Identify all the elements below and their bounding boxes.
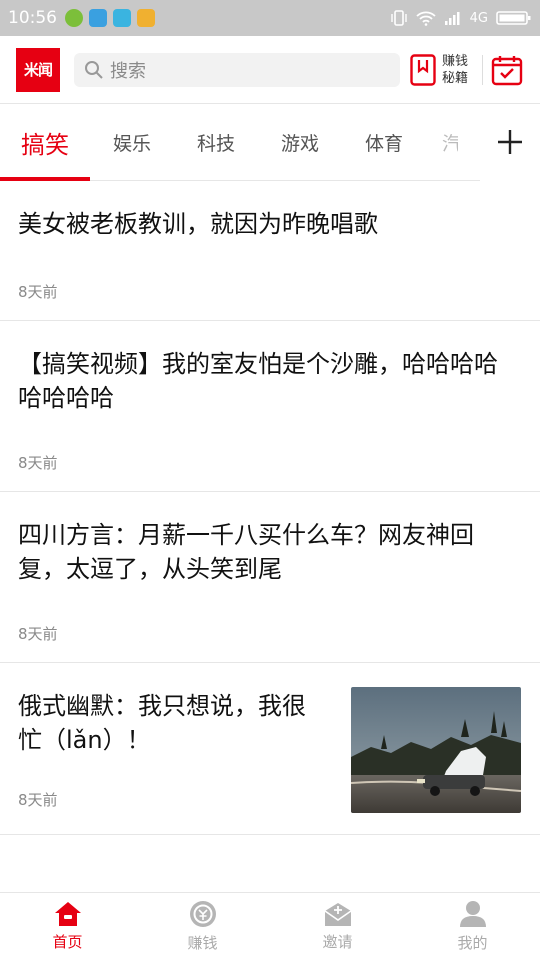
wifi-icon <box>416 11 436 26</box>
nav-label: 邀请 <box>322 933 353 951</box>
article-title: 美女被老板教训，就因为昨晚唱歌 <box>18 210 378 238</box>
add-category-button[interactable] <box>480 103 540 181</box>
earn-label-line1: 赚钱 <box>442 53 469 69</box>
article-thumbnail[interactable] <box>351 687 521 813</box>
tab-funny[interactable]: 搞笑 <box>0 104 90 181</box>
category-tabs: 搞笑 娱乐 科技 游戏 体育 汽 <box>0 103 540 181</box>
tab-games[interactable]: 游戏 <box>258 104 342 181</box>
article-item[interactable]: 四川方言：月薪一千八买什么车？网友神回复，太逗了，从头笑到尾 8天前 <box>0 492 540 663</box>
tab-entertainment[interactable]: 娱乐 <box>90 104 174 181</box>
article-time: 8天前 <box>18 791 58 809</box>
search-bar[interactable]: 搜索 <box>74 52 400 87</box>
article-title: 【搞笑视频】我的室友怕是个沙雕，哈哈哈哈哈哈哈哈 <box>18 350 498 412</box>
article-title: 俄式幽默：我只想说，我很忙（lǎn）！ <box>18 692 306 754</box>
article-item[interactable]: 美女被老板教训，就因为昨晚唱歌 8天前 <box>0 181 540 321</box>
game-notification-icon <box>137 9 155 27</box>
earn-guide-button[interactable]: 赚钱 秘籍 <box>410 53 474 87</box>
article-title: 四川方言：月薪一千八买什么车？网友神回复，太逗了，从头笑到尾 <box>18 521 474 583</box>
scan-notification-icon <box>113 9 131 27</box>
network-type: 4G <box>469 10 488 26</box>
bookmark-icon <box>410 53 436 86</box>
nav-invite[interactable]: 邀请 <box>270 893 405 960</box>
article-item[interactable]: 【搞笑视频】我的室友怕是个沙雕，哈哈哈哈哈哈哈哈 8天前 <box>0 321 540 492</box>
tab-auto-partial[interactable]: 汽 <box>442 104 458 181</box>
tab-label: 娱乐 <box>112 132 151 155</box>
app-notification-icon <box>65 9 83 27</box>
nav-label: 赚钱 <box>187 934 218 952</box>
status-icons: 4G <box>390 10 532 26</box>
app-logo: 米闻 <box>16 47 60 92</box>
vibrate-icon <box>390 10 407 26</box>
home-icon <box>54 902 81 926</box>
tab-label: 游戏 <box>280 132 319 155</box>
search-placeholder: 搜索 <box>110 60 146 82</box>
signal-icon <box>444 12 460 25</box>
article-time: 8天前 <box>18 454 58 472</box>
status-bar: 10:56 4G <box>0 0 540 36</box>
tab-label: 科技 <box>196 132 235 155</box>
message-notification-icon <box>89 9 107 27</box>
coin-icon <box>189 901 216 927</box>
article-time: 8天前 <box>18 625 58 643</box>
article-time: 8天前 <box>18 283 58 301</box>
plus-icon <box>498 130 522 154</box>
tab-label: 搞笑 <box>21 130 69 159</box>
app-header: 米闻 搜索 赚钱 秘籍 <box>0 36 540 104</box>
snow-car-image <box>351 687 521 813</box>
search-icon <box>85 60 103 79</box>
article-list: 美女被老板教训，就因为昨晚唱歌 8天前 【搞笑视频】我的室友怕是个沙雕，哈哈哈哈… <box>0 181 540 835</box>
status-time: 10:56 <box>8 8 57 28</box>
nav-home[interactable]: 首页 <box>0 893 135 960</box>
nav-label: 首页 <box>52 933 83 951</box>
logo-text: 米闻 <box>23 61 53 79</box>
earn-label-line2: 秘籍 <box>442 70 469 86</box>
tab-label: 汽 <box>442 132 458 155</box>
bottom-navigation: 首页 赚钱 邀请 我的 <box>0 892 540 960</box>
article-item[interactable]: 俄式幽默：我只想说，我很忙（lǎn）！ 8天前 <box>0 663 540 835</box>
nav-profile[interactable]: 我的 <box>405 893 540 960</box>
tab-sports[interactable]: 体育 <box>342 104 426 181</box>
tab-label: 体育 <box>364 132 403 155</box>
person-icon <box>459 901 486 927</box>
header-divider <box>482 54 483 85</box>
battery-icon <box>496 11 531 25</box>
nav-earn[interactable]: 赚钱 <box>135 893 270 960</box>
nav-label: 我的 <box>457 934 488 952</box>
calendar-check-icon[interactable] <box>491 54 523 86</box>
envelope-icon <box>324 903 351 926</box>
tab-tech[interactable]: 科技 <box>174 104 258 181</box>
